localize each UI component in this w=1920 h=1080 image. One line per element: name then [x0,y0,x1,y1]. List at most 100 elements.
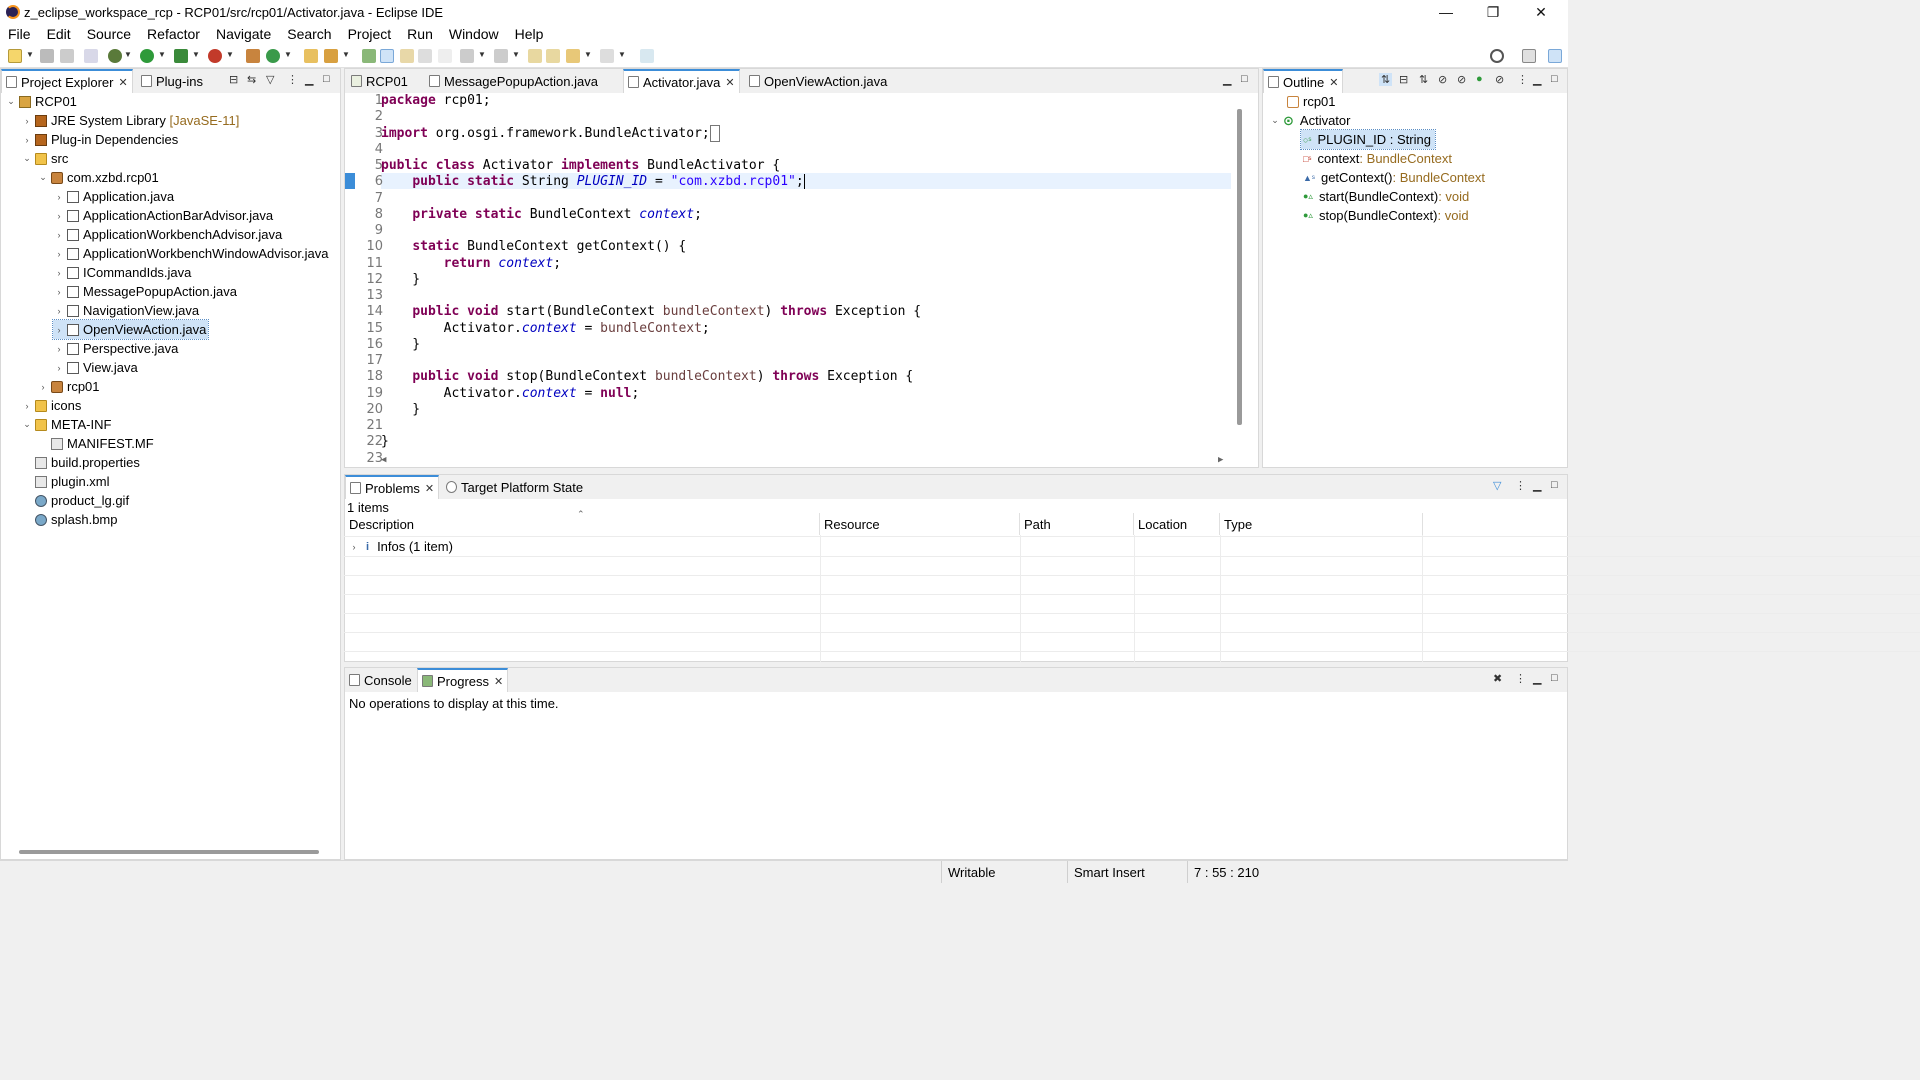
scroll-right-icon[interactable]: ▶ [1218,455,1223,465]
new-java-package-icon[interactable] [246,49,260,63]
close-icon[interactable]: ✕ [725,76,734,89]
debug-dropdown-icon[interactable]: ▼ [124,50,132,59]
forward-dropdown-icon[interactable]: ▼ [618,50,626,59]
close-icon[interactable]: ✕ [494,675,503,688]
minimize-view-icon[interactable]: ▁ [1533,672,1541,685]
view-menu-icon[interactable]: ⋮ [1515,672,1526,685]
hide-non-public-icon[interactable]: ● [1476,73,1483,85]
tree-item[interactable]: plugin.xml [21,472,110,491]
tab-activator[interactable]: Activator.java ✕ [623,69,740,93]
sort-members-icon[interactable]: ⇅ [1419,73,1428,86]
tree-item[interactable]: product_lg.gif [21,491,129,510]
view-menu-icon[interactable]: ⋮ [1517,73,1528,86]
outline-item-selected[interactable]: ○ˢ PLUGIN_ID : String [1300,129,1436,150]
maximize-view-icon[interactable]: □ [323,73,330,85]
last-edit-location-icon[interactable] [528,49,542,63]
tab-rcp01[interactable]: RCP01 [347,69,412,93]
next-annotation-dropdown-icon[interactable]: ▼ [478,50,486,59]
toggle-mark-occurrences-icon[interactable] [380,49,394,63]
outline-item[interactable]: ▲ˢ getContext() : BundleContext [1301,168,1485,187]
chevron-right-icon[interactable]: › [37,382,49,392]
vertical-scrollbar[interactable] [1237,109,1242,425]
horizontal-scrollbar[interactable] [19,850,319,854]
search-tool-icon[interactable] [324,49,338,63]
chevron-right-icon[interactable]: › [53,287,65,297]
tree-item[interactable]: ⌄ META-INF [21,415,111,434]
tree-item[interactable]: ⌄ src [21,149,68,168]
outline-item[interactable]: ●▵ start(BundleContext) : void [1301,187,1469,206]
hide-local-types-icon[interactable]: ⊘ [1495,73,1504,86]
column-header-type[interactable]: Type [1220,513,1423,535]
collapse-all-icon[interactable]: ⊟ [229,73,238,86]
status-cursor-position[interactable]: 7 : 55 : 210 [1187,861,1307,883]
tab-message-popup-action[interactable]: MessagePopupAction.java [425,69,602,93]
menu-source[interactable]: Source [79,26,139,42]
minimize-view-icon[interactable]: ▁ [305,73,313,86]
external-tools-icon[interactable] [208,49,222,63]
column-header-description[interactable]: Description ⌃ [345,509,820,535]
remove-all-finished-icon[interactable]: ✖ [1493,672,1502,685]
tab-target-platform-state[interactable]: Target Platform State [442,475,587,499]
outline-item[interactable]: rcp01 [1285,92,1336,111]
tree-item[interactable]: splash.bmp [21,510,117,529]
outline-item[interactable]: ⌄ ⊙ Activator [1269,111,1350,130]
run-icon[interactable] [140,49,154,63]
tab-open-view-action[interactable]: OpenViewAction.java [745,69,891,93]
toggle-block-selection-icon[interactable] [400,49,414,63]
outline-item[interactable]: □ˢ context : BundleContext [1301,149,1452,168]
chevron-right-icon[interactable]: › [21,135,33,145]
status-insert-mode[interactable]: Smart Insert [1067,861,1187,883]
tree-item[interactable]: › JRE System Library [JavaSE-11] [21,111,240,130]
close-window-button[interactable]: ✕ [1518,0,1564,24]
column-header-path[interactable]: Path [1020,513,1134,535]
show-whitespace-icon[interactable] [418,49,432,63]
close-icon[interactable]: ✕ [118,76,127,89]
tree-item[interactable]: › ICommandIds.java [53,263,192,282]
new-java-class-icon[interactable] [266,49,280,63]
open-task-icon[interactable] [362,49,376,63]
tree-item[interactable]: › ApplicationWorkbenchWindowAdvisor.java [53,244,341,263]
chevron-down-icon[interactable]: ⌄ [37,172,49,183]
maximize-view-icon[interactable]: □ [1551,672,1558,684]
back-icon[interactable] [566,49,580,63]
scroll-left-icon[interactable]: ◀ [381,455,386,465]
new-class-dropdown-icon[interactable]: ▼ [284,50,292,59]
link-with-editor-icon[interactable]: ⇆ [247,73,256,86]
tab-plug-ins[interactable]: Plug-ins [137,69,207,93]
back-dropdown-icon[interactable]: ▼ [584,50,592,59]
close-icon[interactable]: ✕ [425,482,434,495]
chevron-down-icon[interactable]: ⌄ [21,419,33,430]
forward-history-icon[interactable] [546,49,560,63]
skip-breakpoints-icon[interactable] [84,49,98,63]
tab-project-explorer[interactable]: Project Explorer ✕ [1,69,133,93]
menu-edit[interactable]: Edit [39,26,79,42]
menu-window[interactable]: Window [441,26,507,42]
close-icon[interactable]: ✕ [1329,76,1338,89]
menu-run[interactable]: Run [399,26,441,42]
chevron-right-icon[interactable]: › [21,401,33,411]
chevron-right-icon[interactable]: › [53,192,65,202]
forward-icon[interactable] [600,49,614,63]
sort-icon[interactable]: ⇅ [1379,73,1393,86]
chevron-right-icon[interactable]: › [53,249,65,259]
tree-item[interactable]: ⌄ RCP01 [5,92,77,111]
menu-file[interactable]: File [0,26,39,42]
menu-refactor[interactable]: Refactor [139,26,208,42]
tree-item[interactable]: › Plug-in Dependencies [21,130,179,149]
menu-search[interactable]: Search [279,26,339,42]
new-dropdown-icon[interactable]: ▼ [26,50,34,59]
chevron-right-icon[interactable]: › [53,306,65,316]
tree-item[interactable]: MANIFEST.MF [37,434,154,453]
previous-annotation-icon[interactable] [494,49,508,63]
minimize-view-icon[interactable]: ▁ [1533,479,1541,492]
coverage-dropdown-icon[interactable]: ▼ [192,50,200,59]
pilcrow-icon[interactable] [438,49,452,63]
pin-editor-icon[interactable] [640,49,654,63]
menu-navigate[interactable]: Navigate [208,26,279,42]
column-header-location[interactable]: Location [1134,513,1220,535]
minimize-view-icon[interactable]: ▁ [1223,73,1231,86]
tree-item[interactable]: › MessagePopupAction.java [53,282,237,301]
save-all-icon[interactable] [60,49,74,63]
maximize-view-icon[interactable]: □ [1551,73,1558,85]
filter-icon[interactable]: ▽ [266,73,274,86]
